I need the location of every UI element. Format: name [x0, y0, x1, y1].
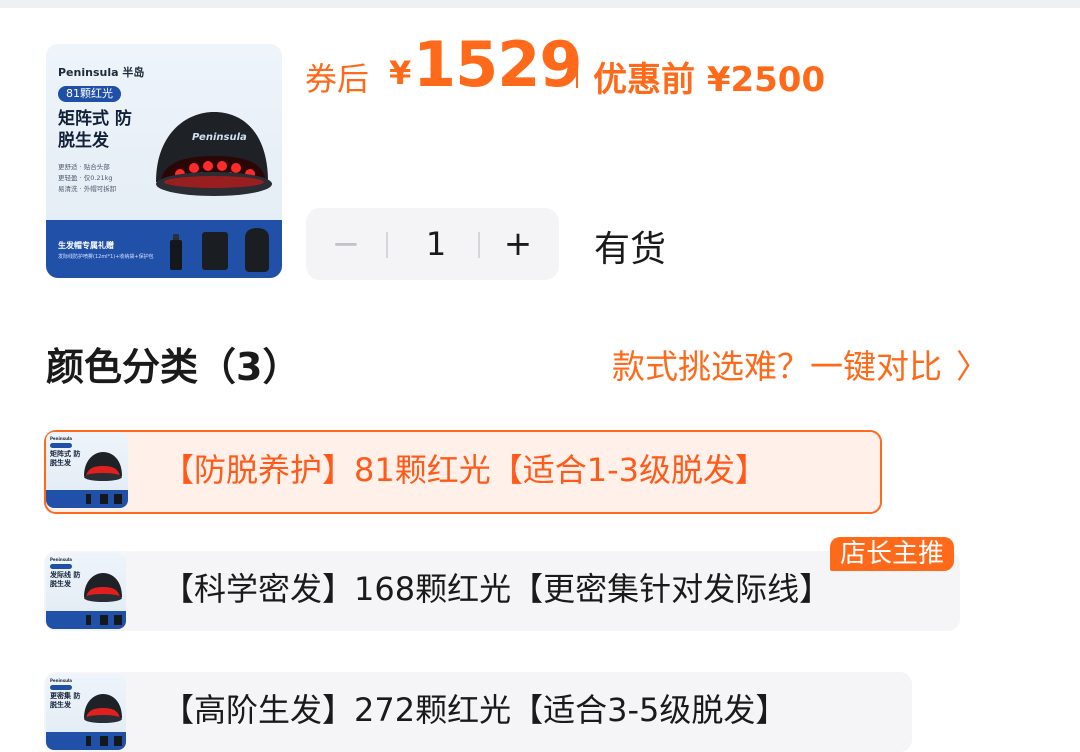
red-light-cap-icon — [84, 573, 122, 602]
currency-symbol: ¥ — [389, 54, 412, 92]
thumbnail-pill: 81颗红光 — [58, 86, 121, 102]
after-coupon-label: 券后 — [305, 60, 370, 98]
color-category-title: 颜色分类（3） — [46, 345, 301, 389]
stepper-divider — [386, 232, 388, 258]
price-divider — [576, 56, 578, 88]
chevron-right-icon: 〉 — [956, 347, 989, 386]
pouch-icon — [202, 232, 228, 270]
variant-thumbnail: Peninsula 更密集 防脱生发 — [46, 674, 126, 750]
thumbnail-brand: Peninsula 半岛 — [58, 66, 145, 79]
thumbnail-specs: 更舒适 · 贴合头部 更轻盈 · 仅0.21kg 易清洗 · 外帽可拆卸 — [58, 163, 117, 193]
variant-thumbnail: Peninsula 发际线 防脱生发 — [46, 553, 126, 629]
quantity-value[interactable]: 1 — [394, 208, 478, 280]
price-amount: 1529 — [413, 28, 583, 101]
product-thumbnail[interactable]: Peninsula 半岛 81颗红光 矩阵式 防脱生发 更舒适 · 贴合头部 更… — [46, 44, 282, 278]
red-light-cap-icon — [84, 452, 122, 481]
increase-quantity-button[interactable]: + — [478, 208, 558, 280]
spray-bottle-icon — [170, 234, 182, 270]
thumbnail-headline: 矩阵式 防脱生发 — [58, 109, 132, 151]
red-light-cap-image — [156, 112, 272, 196]
variant-option[interactable]: Peninsula 发际线 防脱生发 【科学密发】168颗红光【更密集针对发际线… — [44, 551, 960, 631]
red-light-cap-icon — [84, 694, 122, 723]
quantity-stepper: − 1 + — [306, 208, 559, 280]
compare-link-label: 款式挑选难？一键对比 — [612, 347, 942, 386]
manager-recommends-badge: 店长主推 — [830, 537, 955, 571]
top-divider-strip — [0, 0, 1080, 8]
variant-option[interactable]: Peninsula 矩阵式 防脱生发 【防脱养护】81颗红光【适合1-3级脱发】 — [44, 430, 882, 514]
variant-option[interactable]: Peninsula 更密集 防脱生发 【高阶生发】272颗红光【适合3-5级脱发… — [44, 672, 912, 752]
variant-label: 【防脱养护】81颗红光【适合1-3级脱发】 — [162, 451, 767, 489]
cap-logo-text: Peninsula — [192, 132, 247, 143]
decrease-quantity-button[interactable]: − — [306, 208, 386, 280]
original-price: 优惠前 ¥2500 — [593, 60, 826, 100]
thumbnail-gift-sub: 发际线防护喷雾(12ml*1)+收纳袋+保护包 — [58, 254, 154, 260]
variant-thumbnail: Peninsula 矩阵式 防脱生发 — [46, 432, 128, 508]
compare-styles-link[interactable]: 款式挑选难？一键对比〉 — [612, 340, 989, 388]
variant-label: 【高阶生发】272颗红光【适合3-5级脱发】 — [162, 691, 788, 729]
variant-label: 【科学密发】168颗红光【更密集针对发际线】 — [162, 570, 832, 608]
case-icon — [245, 228, 269, 272]
stock-status: 有货 — [594, 229, 667, 270]
thumbnail-gift-title: 生发帽专属礼赠 — [58, 241, 114, 250]
